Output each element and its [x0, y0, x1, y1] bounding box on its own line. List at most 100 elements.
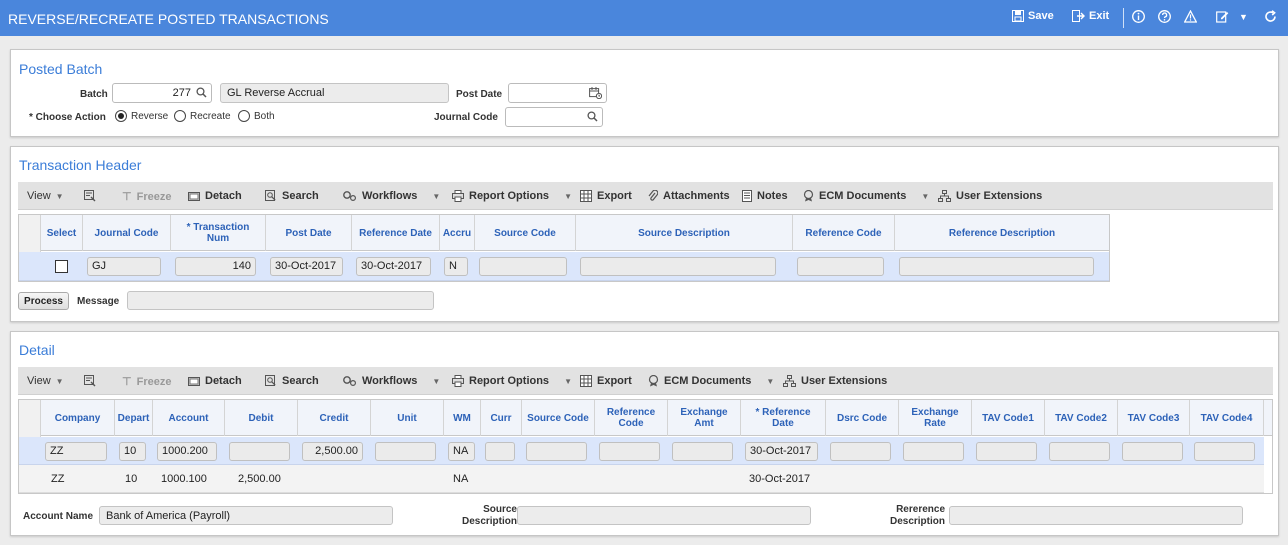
col-debit[interactable]: Debit [225, 400, 298, 436]
col-tav-code3[interactable]: TAV Code3 [1118, 400, 1190, 436]
source-description-cell[interactable] [580, 257, 776, 276]
curr-cell[interactable] [485, 442, 515, 461]
radio-recreate-circle[interactable] [174, 110, 186, 122]
ecm-documents-menu[interactable]: ECM Documents ▼ [803, 190, 929, 202]
save-button[interactable]: Save [1012, 10, 1054, 22]
detach-button[interactable]: Detach [188, 190, 242, 202]
col-exchange-rate[interactable]: Exchange Rate [899, 400, 972, 436]
printer-icon [452, 190, 464, 202]
alert-button[interactable] [1184, 10, 1197, 23]
wm-cell[interactable]: NA [448, 442, 475, 461]
col-depart[interactable]: Depart [115, 400, 153, 436]
col-transaction-num[interactable]: * Transaction Num [171, 215, 266, 251]
reference-code-cell[interactable] [797, 257, 884, 276]
company-cell[interactable]: ZZ [45, 442, 107, 461]
account-cell[interactable]: 1000.200 [157, 442, 217, 461]
col-reference-date[interactable]: * Reference Date [741, 400, 826, 436]
tav-code4-cell[interactable] [1194, 442, 1255, 461]
col-reference-code[interactable]: Reference Code [595, 400, 668, 436]
post-date-cell[interactable]: 30-Oct-2017 [270, 257, 343, 276]
notes-button[interactable]: Notes [742, 190, 788, 202]
reference-code-cell[interactable] [599, 442, 660, 461]
exit-button[interactable]: Exit [1072, 10, 1109, 22]
row-select-checkbox[interactable] [55, 260, 68, 273]
depart-cell[interactable]: 10 [119, 442, 146, 461]
search-button[interactable]: Search [265, 375, 319, 387]
unit-cell[interactable] [375, 442, 436, 461]
export-button[interactable]: Export [580, 375, 632, 387]
search-button[interactable]: Search [265, 190, 319, 202]
freeze-button[interactable]: ⊤ Freeze [122, 375, 171, 389]
col-wm[interactable]: WM [444, 400, 481, 436]
user-extensions-button[interactable]: User Extensions [938, 190, 1042, 202]
col-reference-date[interactable]: Reference Date [352, 215, 440, 251]
col-tav-code4[interactable]: TAV Code4 [1190, 400, 1264, 436]
col-account[interactable]: Account [153, 400, 225, 436]
source-code-cell[interactable] [479, 257, 567, 276]
export-button[interactable]: Export [580, 190, 632, 202]
radio-both-circle[interactable] [238, 110, 250, 122]
col-journal-code[interactable]: Journal Code [83, 215, 171, 251]
col-select[interactable]: Select [41, 215, 83, 251]
refresh-button[interactable] [1264, 10, 1277, 23]
report-options-menu[interactable]: Report Options ▼ [452, 375, 572, 387]
tav-code1-cell[interactable] [976, 442, 1037, 461]
credit-cell[interactable]: 2,500.00 [302, 442, 363, 461]
transaction-num-cell[interactable]: 140 [175, 257, 256, 276]
view-menu[interactable]: View ▼ [27, 190, 64, 202]
calendar-icon[interactable] [589, 87, 602, 99]
search-icon[interactable] [587, 111, 598, 122]
attachments-button[interactable]: Attachments [648, 190, 730, 202]
detach-button[interactable]: Detach [188, 375, 242, 387]
help-button[interactable] [1158, 10, 1171, 23]
dsrc-code-cell[interactable] [830, 442, 891, 461]
workflows-menu[interactable]: Workflows ▼ [343, 375, 440, 387]
col-curr[interactable]: Curr [481, 400, 522, 436]
exchange-rate-cell[interactable] [903, 442, 964, 461]
radio-both[interactable]: Both [238, 110, 275, 122]
col-reference-code[interactable]: Reference Code [793, 215, 895, 251]
radio-reverse[interactable]: Reverse [115, 110, 168, 122]
tav-code2-cell[interactable] [1049, 442, 1110, 461]
col-source-code[interactable]: Source Code [475, 215, 576, 251]
view-menu[interactable]: View ▼ [27, 375, 64, 387]
accrual-cell[interactable]: N [444, 257, 468, 276]
journal-code-input[interactable] [505, 107, 603, 127]
col-source-code[interactable]: Source Code [522, 400, 595, 436]
col-exchange-amt[interactable]: Exchange Amt [668, 400, 741, 436]
radio-reverse-circle[interactable] [115, 110, 127, 122]
ecm-documents-menu[interactable]: ECM Documents ▼ [648, 375, 774, 387]
edit-menu-button[interactable]: ▼ [1216, 10, 1248, 23]
info-button[interactable] [1132, 10, 1145, 23]
filter-button[interactable] [84, 190, 96, 202]
col-credit[interactable]: Credit [298, 400, 371, 436]
process-button[interactable]: Process [18, 292, 69, 310]
col-company[interactable]: Company [41, 400, 115, 436]
col-accrual[interactable]: Accru [440, 215, 475, 251]
col-unit[interactable]: Unit [371, 400, 444, 436]
debit-cell[interactable] [229, 442, 290, 461]
post-date-input[interactable] [508, 83, 607, 103]
col-dsrc-code[interactable]: Dsrc Code [826, 400, 899, 436]
user-extensions-button[interactable]: User Extensions [783, 375, 887, 387]
search-icon[interactable] [196, 87, 207, 98]
col-source-description[interactable]: Source Description [576, 215, 793, 251]
col-reference-description[interactable]: Reference Description [895, 215, 1109, 251]
col-post-date[interactable]: Post Date [266, 215, 352, 251]
journal-code-cell[interactable]: GJ [87, 257, 161, 276]
col-tav-code2[interactable]: TAV Code2 [1045, 400, 1118, 436]
report-options-menu[interactable]: Report Options ▼ [452, 190, 572, 202]
reference-date-cell[interactable]: 30-Oct-2017 [356, 257, 431, 276]
filter-button[interactable] [84, 375, 96, 387]
exchange-amt-cell[interactable] [672, 442, 733, 461]
workflows-menu[interactable]: Workflows ▼ [343, 190, 440, 202]
transaction-header-title: Transaction Header [19, 157, 142, 173]
reference-description-cell[interactable] [899, 257, 1094, 276]
reference-date-cell[interactable]: 30-Oct-2017 [745, 442, 818, 461]
batch-input[interactable]: 277 [112, 83, 212, 103]
col-tav-code1[interactable]: TAV Code1 [972, 400, 1045, 436]
freeze-button[interactable]: ⊤ Freeze [122, 190, 171, 204]
source-code-cell[interactable] [526, 442, 587, 461]
tav-code3-cell[interactable] [1122, 442, 1183, 461]
radio-recreate[interactable]: Recreate [174, 110, 231, 122]
